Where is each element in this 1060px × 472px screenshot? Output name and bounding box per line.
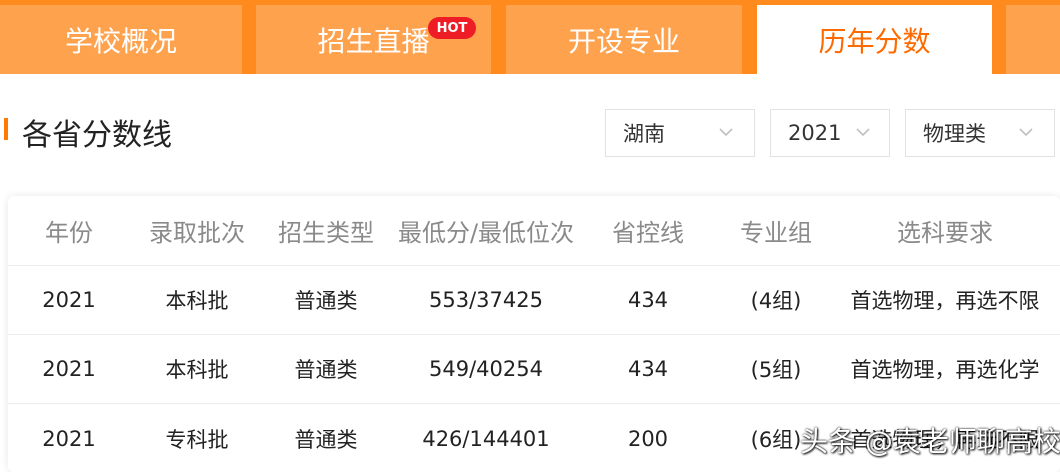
cell-batch: 本科批	[165, 289, 229, 313]
tab-label: 学校概况	[64, 24, 177, 58]
header-batch: 录取批次	[149, 219, 245, 247]
cell-year: 2021	[42, 357, 96, 381]
chevron-down-icon	[856, 128, 870, 137]
cell-type: 普通类	[294, 427, 358, 452]
table-header-row: 年份 录取批次 招生类型 最低分/最低位次 省控线 专业组 选科要求	[8, 196, 1060, 266]
cell-year: 2021	[42, 288, 96, 312]
tab-school-overview[interactable]: 学校概况	[0, 5, 242, 74]
header-subject-requirement: 选科要求	[897, 219, 993, 247]
category-value: 物理类	[923, 122, 986, 146]
cell-type: 普通类	[294, 289, 358, 313]
chevron-down-icon	[719, 128, 733, 137]
tab-label: 开设专业	[567, 24, 680, 58]
year-value: 2021	[788, 121, 842, 145]
tab-majors[interactable]: 开设专业	[506, 5, 742, 74]
cell-batch: 专科批	[165, 427, 229, 452]
header-control-line: 省控线	[612, 219, 684, 247]
year-select[interactable]: 2021	[770, 109, 890, 157]
tab-label: 历年分数	[818, 24, 931, 58]
province-select[interactable]: 湖南	[605, 109, 755, 157]
tab-live-admission[interactable]: 招生直播 HOT	[256, 5, 491, 74]
tab-bar: 学校概况 招生直播 HOT 开设专业 历年分数	[0, 0, 1060, 74]
cell-type: 普通类	[294, 358, 358, 382]
tab-historical-scores[interactable]: 历年分数	[757, 5, 992, 74]
header-year: 年份	[45, 219, 93, 247]
table-row: 2021 本科批 普通类 553/37425 434 (4组) 首选物理，再选不…	[8, 266, 1060, 335]
cell-year: 2021	[42, 426, 96, 451]
section-accent-bar	[4, 118, 8, 140]
cell-min-score-rank: 426/144401	[422, 426, 550, 451]
section-title: 各省分数线	[22, 118, 172, 153]
cell-major-group: (5组)	[750, 358, 802, 382]
cell-major-group: (4组)	[750, 289, 802, 313]
cell-control-line: 200	[627, 426, 669, 451]
chevron-down-icon	[1019, 128, 1033, 137]
cell-control-line: 434	[627, 357, 669, 381]
table-row: 2021 本科批 普通类 549/40254 434 (5组) 首选物理，再选化…	[8, 335, 1060, 404]
header-major-group: 专业组	[740, 219, 812, 247]
cell-subject-requirement: 首选物理，再选化学	[850, 358, 1040, 382]
cell-control-line: 434	[627, 288, 669, 312]
hot-badge: HOT	[428, 17, 476, 39]
cell-min-score-rank: 553/37425	[429, 288, 543, 312]
tab-more[interactable]	[1006, 5, 1060, 74]
province-value: 湖南	[623, 122, 665, 146]
watermark: 头条 @袁老师聊高校	[800, 425, 1060, 458]
header-min-score-rank: 最低分/最低位次	[397, 219, 575, 247]
tab-label: 招生直播	[317, 24, 430, 58]
cell-min-score-rank: 549/40254	[429, 357, 543, 381]
header-type: 招生类型	[278, 219, 374, 247]
cell-subject-requirement: 首选物理，再选不限	[850, 289, 1040, 313]
category-select[interactable]: 物理类	[905, 109, 1055, 157]
cell-batch: 本科批	[165, 358, 229, 382]
